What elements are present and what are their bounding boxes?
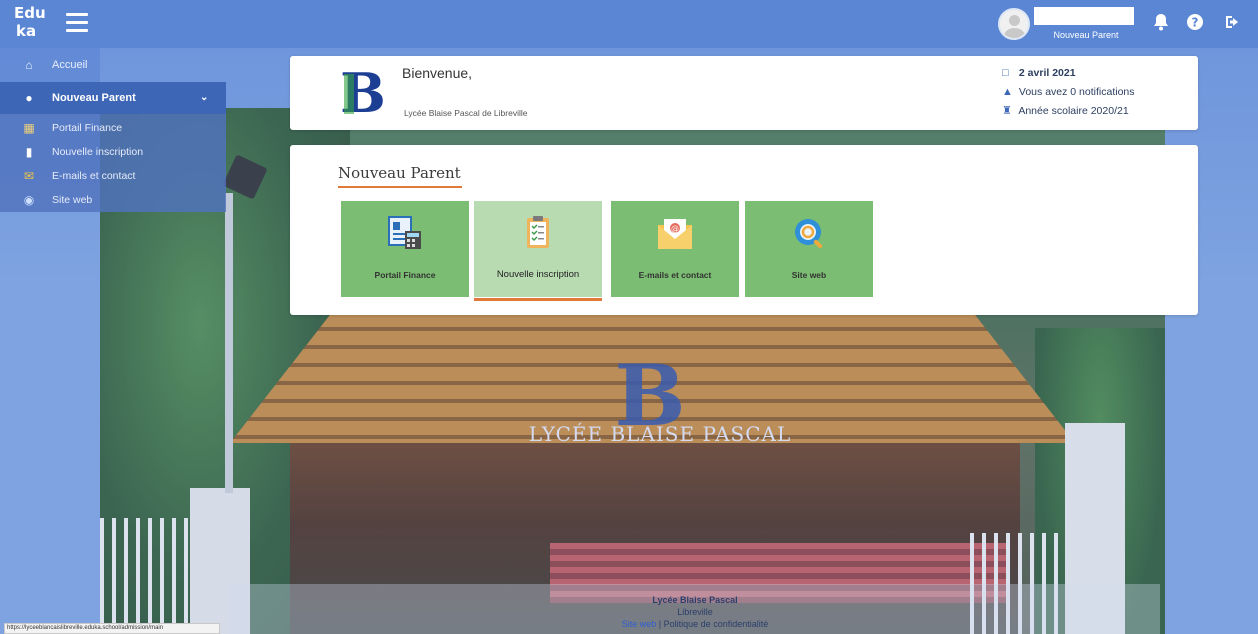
tile-label: E-mails et contact bbox=[638, 270, 712, 280]
svg-text:?: ? bbox=[1192, 16, 1199, 30]
user-name-redacted bbox=[1034, 7, 1134, 25]
footer-separator: | bbox=[658, 619, 662, 629]
web-search-icon bbox=[789, 213, 829, 253]
svg-text:@: @ bbox=[671, 224, 679, 233]
document-icon: ▮ bbox=[25, 145, 33, 159]
bell-icon[interactable] bbox=[1150, 13, 1172, 35]
user-icon: ● bbox=[25, 91, 33, 105]
sidebar-section-label: Nouveau Parent bbox=[52, 92, 136, 104]
nouveau-parent-panel: Nouveau Parent Portail Finance Nouvelle … bbox=[290, 145, 1198, 315]
sidebar-item-label: Nouvelle inscription bbox=[52, 146, 144, 158]
panel-title: Nouveau Parent bbox=[338, 164, 461, 182]
mail-icon: ✉ bbox=[23, 169, 35, 183]
sidebar-item-label: E-mails et contact bbox=[52, 170, 136, 182]
footer-privacy-link[interactable]: Politique de confidentialité bbox=[664, 619, 769, 629]
user-role: Nouveau Parent bbox=[1053, 30, 1119, 40]
help-icon[interactable]: ? bbox=[1184, 13, 1206, 35]
tile-label: Portail Finance bbox=[374, 270, 436, 280]
tile-site-web[interactable]: Site web bbox=[745, 201, 873, 297]
sidebar-item-portail-finance[interactable]: ▦ Portail Finance bbox=[0, 116, 226, 140]
tile-portail-finance[interactable]: Portail Finance bbox=[341, 201, 469, 297]
sidebar-item-label: Portail Finance bbox=[52, 122, 123, 134]
brand-line-1: Edu bbox=[14, 4, 46, 22]
school-building-icon: ♜ bbox=[1002, 105, 1012, 117]
top-bar: Edu ka Nouveau Parent ? bbox=[0, 0, 1258, 48]
eduka-logo[interactable]: Edu ka bbox=[14, 4, 54, 44]
hamburger-menu-icon[interactable] bbox=[66, 13, 88, 35]
finance-icon: ▦ bbox=[23, 121, 35, 135]
footer: Lycée Blaise Pascal Libreville Site web … bbox=[230, 584, 1160, 634]
notifications-info[interactable]: ▲ Vous avez 0 notifications bbox=[1002, 83, 1192, 101]
envelope-icon: @ bbox=[655, 213, 695, 253]
globe-icon: ◉ bbox=[23, 193, 35, 207]
sidebar-item-home[interactable]: ⌂ Accueil bbox=[0, 48, 100, 82]
calendar-icon: □ bbox=[1002, 67, 1009, 79]
notifications-text: Vous avez 0 notifications bbox=[1018, 86, 1135, 98]
tile-label: Nouvelle inscription bbox=[496, 269, 580, 280]
welcome-title: Bienvenue, bbox=[402, 65, 473, 81]
browser-status-url: https://lyceeblancaislibreville.eduka.sc… bbox=[4, 623, 220, 634]
chevron-down-icon: ⌄ bbox=[200, 92, 209, 103]
sidebar: ⌂ Accueil ● Nouveau Parent ⌄ ▦ Portail F… bbox=[0, 48, 226, 212]
footer-site-link[interactable]: Site web bbox=[622, 619, 657, 629]
date-text: 2 avril 2021 bbox=[1018, 67, 1076, 79]
clipboard-checklist-icon bbox=[518, 213, 558, 253]
tile-nouvelle-inscription[interactable]: Nouvelle inscription bbox=[474, 201, 602, 301]
school-logo: B bbox=[338, 64, 388, 122]
sidebar-submenu: ▦ Portail Finance ▮ Nouvelle inscription… bbox=[0, 114, 226, 212]
welcome-panel: B Bienvenue, Lycée Blaise Pascal de Libr… bbox=[290, 56, 1198, 130]
current-date: □ 2 avril 2021 bbox=[1002, 64, 1192, 82]
school-name: Lycée Blaise Pascal de Libreville bbox=[404, 108, 528, 118]
footer-city: Libreville bbox=[677, 607, 713, 617]
user-avatar[interactable] bbox=[998, 8, 1030, 40]
finance-portal-icon bbox=[385, 213, 425, 253]
sidebar-item-nouvelle-inscription[interactable]: ▮ Nouvelle inscription bbox=[0, 140, 226, 164]
sidebar-item-label: Accueil bbox=[52, 59, 88, 71]
panel-title-underline bbox=[338, 186, 462, 188]
bell-icon: ▲ bbox=[1002, 86, 1013, 98]
logout-icon[interactable] bbox=[1222, 13, 1244, 35]
footer-links: Site web | Politique de confidentialité bbox=[230, 618, 1160, 630]
tile-emails-contact[interactable]: @ E-mails et contact bbox=[611, 201, 739, 297]
school-year-info: ♜ Année scolaire 2020/21 bbox=[1002, 102, 1192, 120]
school-year-text: Année scolaire 2020/21 bbox=[1018, 105, 1129, 117]
sidebar-item-emails-contact[interactable]: ✉ E-mails et contact bbox=[0, 164, 226, 188]
sidebar-section-nouveau-parent[interactable]: ● Nouveau Parent ⌄ bbox=[0, 82, 226, 114]
footer-school: Lycée Blaise Pascal bbox=[652, 595, 738, 605]
home-icon: ⌂ bbox=[25, 58, 33, 72]
brand-line-2: ka bbox=[16, 22, 37, 40]
tile-label: Site web bbox=[791, 270, 827, 280]
sidebar-item-label: Site web bbox=[52, 194, 93, 206]
sidebar-item-site-web[interactable]: ◉ Site web bbox=[0, 188, 226, 212]
